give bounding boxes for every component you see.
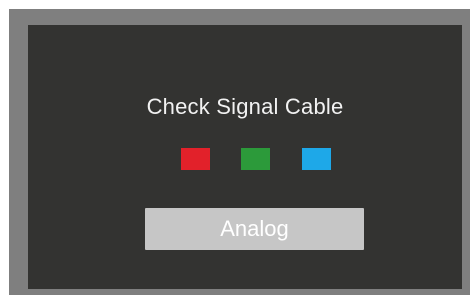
blue-color-swatch bbox=[302, 148, 331, 170]
monitor-bezel: Check Signal Cable Analog bbox=[9, 9, 470, 295]
red-color-swatch bbox=[181, 148, 210, 170]
input-source-button[interactable]: Analog bbox=[145, 208, 364, 250]
osd-screen: Check Signal Cable Analog bbox=[28, 25, 462, 289]
signal-message: Check Signal Cable bbox=[146, 94, 344, 119]
green-color-swatch bbox=[241, 148, 270, 170]
monitor-display: Check Signal Cable Analog bbox=[0, 0, 470, 297]
